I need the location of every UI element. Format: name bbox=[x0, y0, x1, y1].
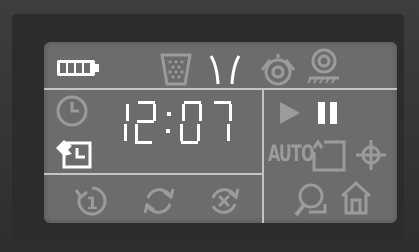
cancel-icon bbox=[207, 184, 241, 218]
device-frame: 1 AUTO bbox=[0, 0, 419, 252]
cycle-icon: 1 bbox=[74, 184, 110, 218]
side-brush-icon bbox=[208, 52, 242, 86]
play-icon bbox=[278, 100, 302, 126]
main-brush-icon bbox=[258, 50, 298, 86]
repeat-icon bbox=[142, 184, 176, 218]
divider-middle bbox=[262, 88, 264, 223]
schedule-icon bbox=[54, 138, 92, 170]
time-display bbox=[124, 101, 232, 144]
clock-icon bbox=[55, 94, 89, 128]
dustbin-icon bbox=[160, 52, 192, 86]
divider-bottom-left bbox=[44, 173, 262, 175]
svg-text:1: 1 bbox=[86, 194, 98, 214]
divider-top bbox=[44, 88, 397, 90]
pause-icon bbox=[316, 100, 340, 126]
search-icon bbox=[291, 182, 331, 218]
battery-icon bbox=[57, 58, 101, 78]
auto-mode-label: AUTO bbox=[268, 142, 314, 167]
target-icon bbox=[354, 138, 388, 172]
filter-icon bbox=[305, 48, 343, 84]
spot-clean-icon bbox=[312, 139, 346, 172]
home-icon bbox=[338, 180, 374, 216]
